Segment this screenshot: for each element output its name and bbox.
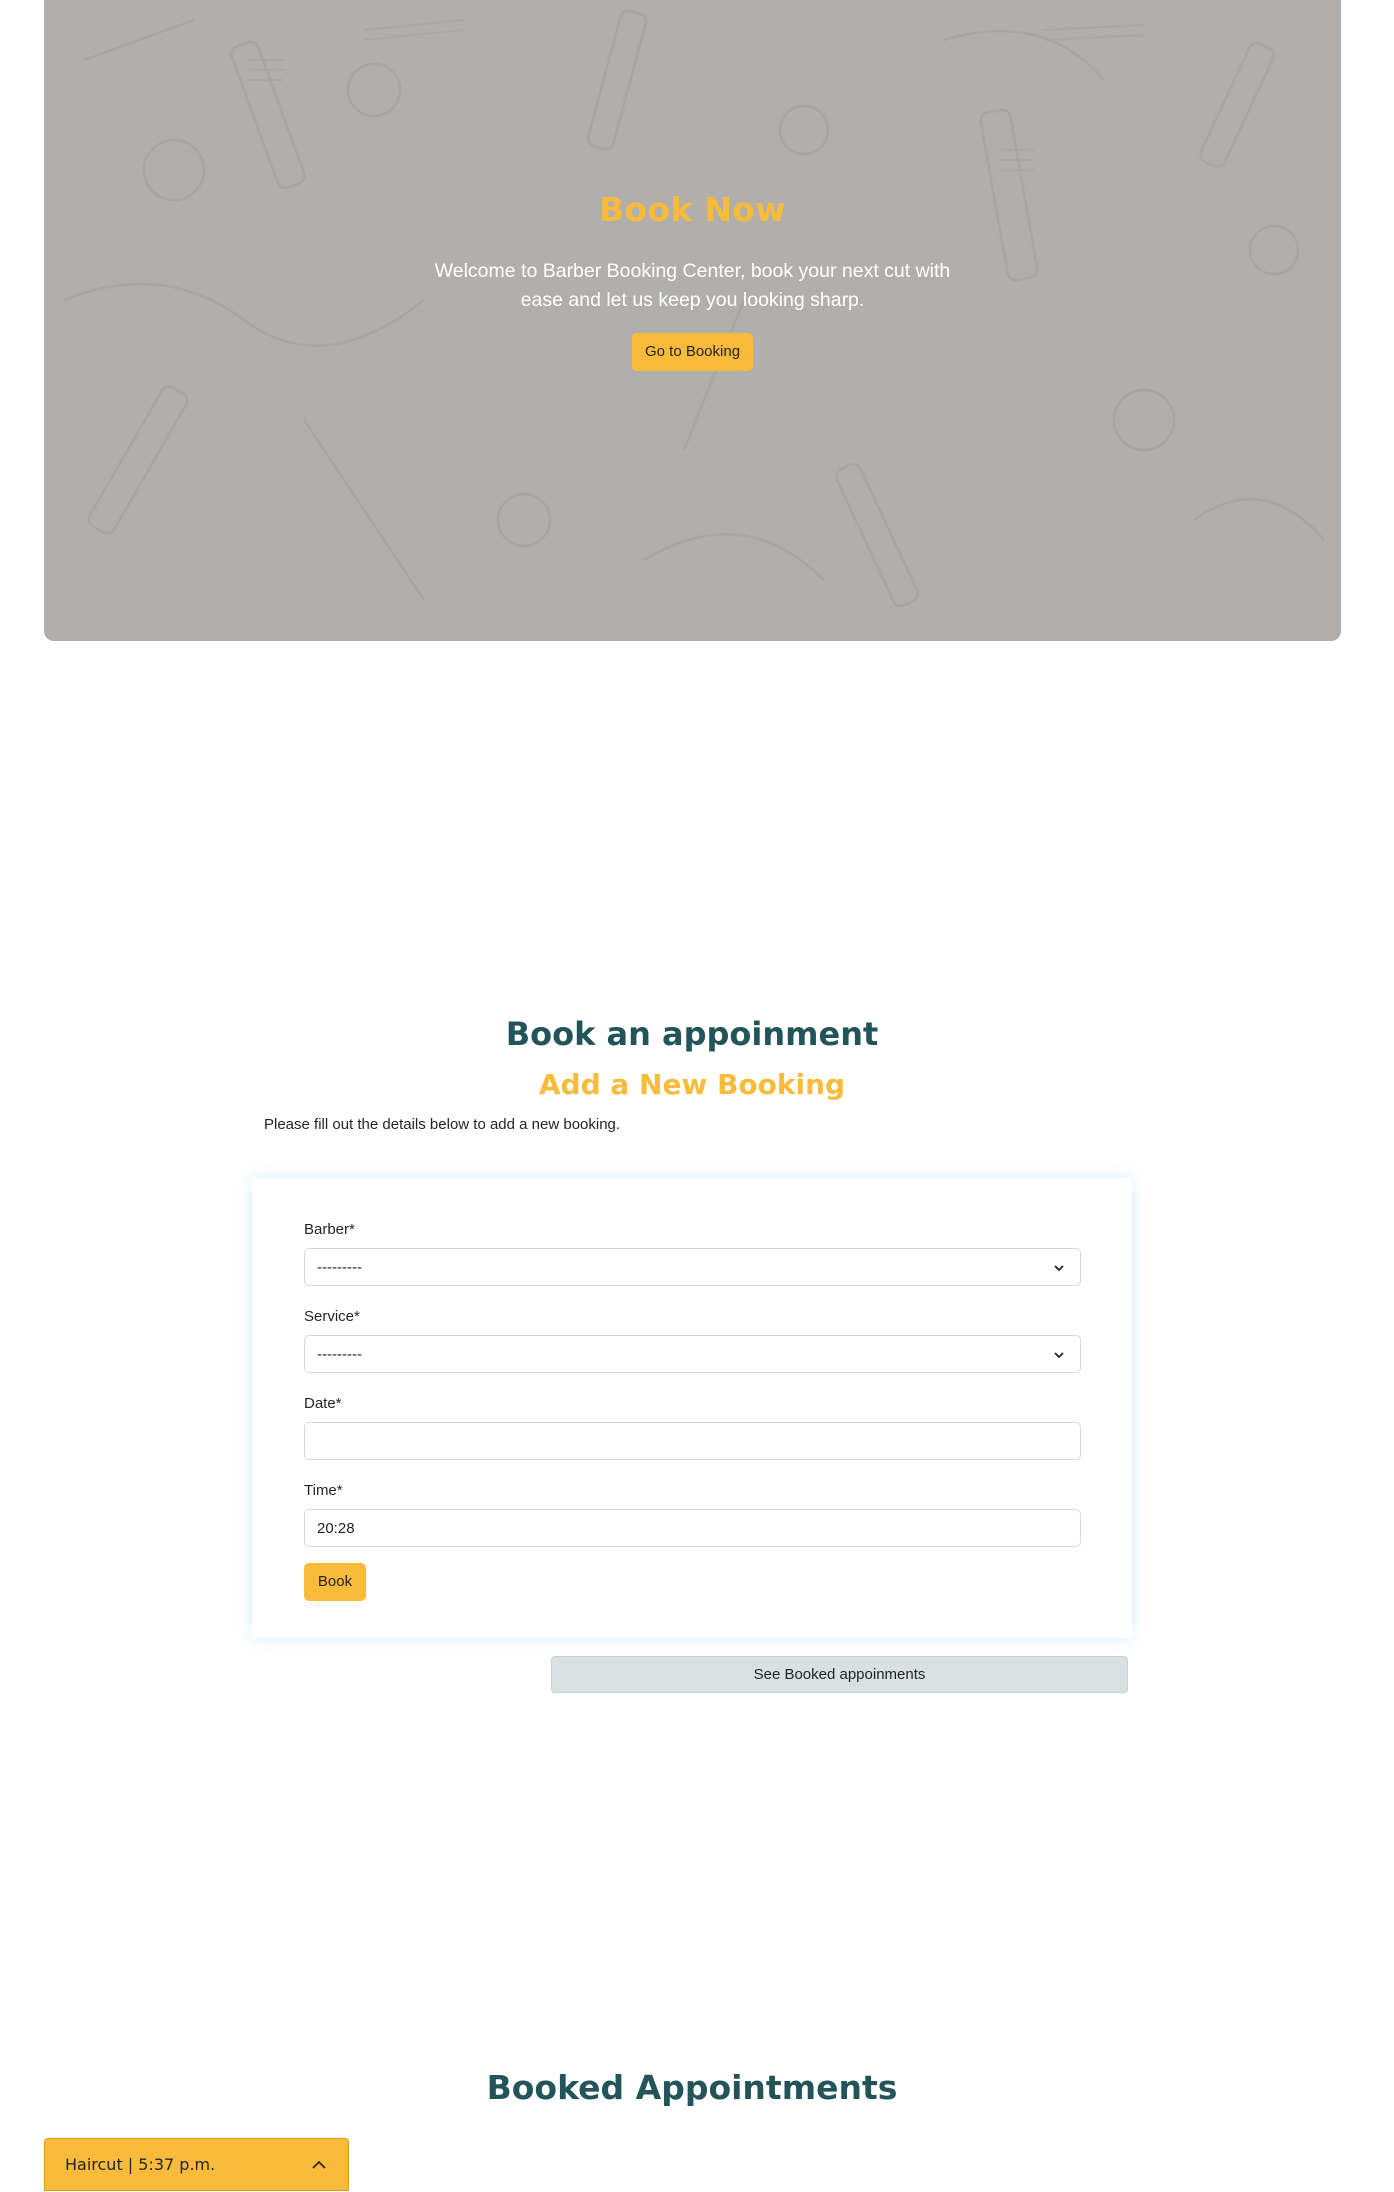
date-label: Date* [304, 1395, 342, 1412]
book-button[interactable]: Book [304, 1563, 366, 1601]
appointment-accordion-item[interactable]: Haircut | 5:37 p.m. [44, 2138, 349, 2191]
barber-select-value: --------- [317, 1258, 362, 1276]
booking-section-title: Book an appoinment [505, 1015, 879, 1053]
service-select[interactable]: --------- [304, 1335, 1081, 1373]
booked-appointments-title: Booked Appointments [486, 2068, 898, 2107]
barber-select[interactable]: --------- [304, 1248, 1081, 1286]
time-input-value: 20:28 [317, 1519, 355, 1537]
service-label: Service* [304, 1308, 360, 1325]
chevron-down-icon [1054, 1352, 1064, 1359]
hero-title: Book Now [598, 190, 787, 229]
time-input[interactable]: 20:28 [304, 1509, 1081, 1547]
booking-subtitle: Add a New Booking [538, 1068, 846, 1101]
appointment-summary: Haircut | 5:37 p.m. [65, 2155, 216, 2174]
hero-banner: Book Now Welcome to Barber Booking Cente… [44, 0, 1341, 641]
go-to-booking-button[interactable]: Go to Booking [631, 333, 754, 371]
service-select-value: --------- [317, 1345, 362, 1363]
hero-welcome-text: Welcome to Barber Booking Center, book y… [434, 260, 951, 311]
chevron-down-icon [1054, 1265, 1064, 1272]
date-input[interactable] [304, 1422, 1081, 1460]
time-label: Time* [304, 1482, 343, 1499]
barber-label: Barber* [304, 1221, 355, 1238]
booking-form: Barber* --------- Service* --------- Dat… [252, 1178, 1132, 1638]
chevron-up-icon[interactable] [310, 2158, 328, 2172]
hero-content: Book Now Welcome to Barber Booking Cente… [44, 190, 1341, 371]
see-booked-appointments-button[interactable]: See Booked appoinments [551, 1656, 1128, 1693]
booking-form-fields: Barber* --------- Service* --------- Dat… [304, 1220, 1081, 1601]
booking-description: Please fill out the details below to add… [264, 1116, 621, 1133]
